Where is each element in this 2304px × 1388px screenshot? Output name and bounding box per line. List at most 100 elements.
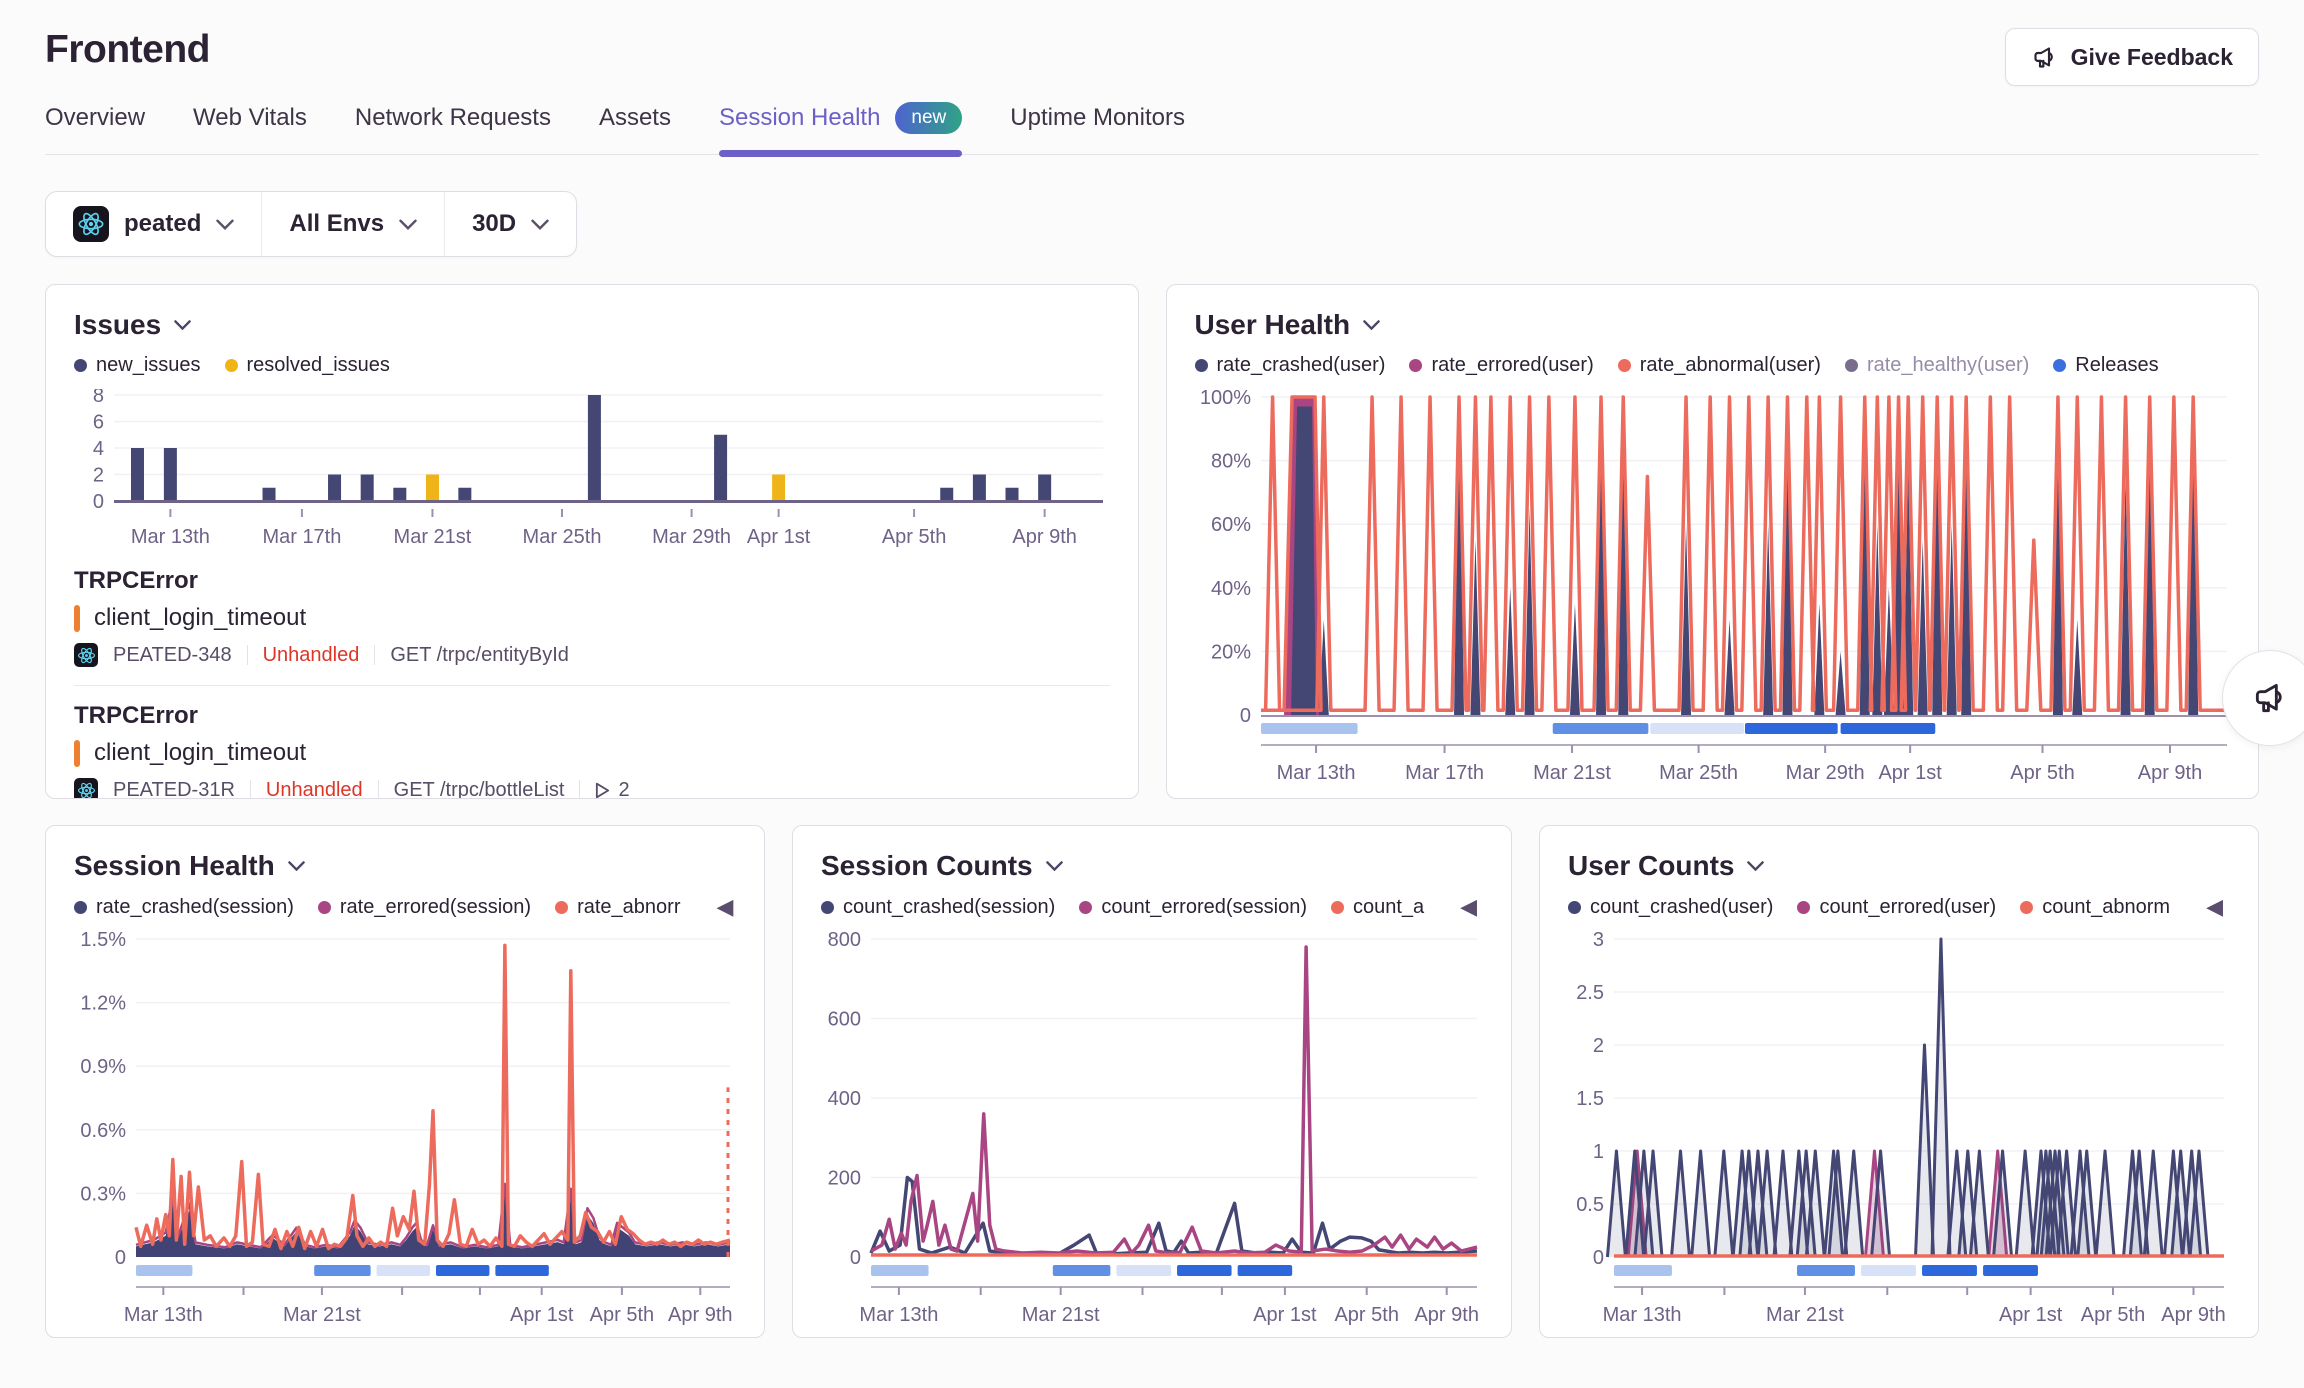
legend-item[interactable]: rate_abnormal(user): [1618, 354, 1821, 377]
issues-chart[interactable]: 02468Mar 13thMar 17thMar 21stMar 25thMar…: [74, 389, 1110, 551]
meta-separator: [247, 645, 248, 665]
issue-row[interactable]: TRPCErrorclient_login_timeoutPEATED-31RU…: [74, 686, 1110, 799]
user-counts-title-label: User Counts: [1568, 850, 1734, 882]
issue-row[interactable]: TRPCErrorclient_login_timeoutPEATED-348U…: [74, 551, 1110, 667]
issues-panel: Issues new_issuesresolved_issues 02468Ma…: [45, 284, 1139, 799]
svg-text:Mar 13th: Mar 13th: [131, 526, 210, 548]
legend-item[interactable]: resolved_issues: [225, 354, 390, 377]
legend-label: count_errored(user): [1819, 896, 1996, 919]
svg-text:Mar 13th: Mar 13th: [1603, 1304, 1682, 1326]
tab-label: Session Health: [719, 104, 880, 132]
svg-text:Apr 1st: Apr 1st: [510, 1304, 574, 1326]
issue-type[interactable]: TRPCError: [74, 702, 1110, 730]
legend-item[interactable]: count_a: [1331, 896, 1424, 919]
environment-filter[interactable]: All Envs: [261, 192, 444, 256]
legend-item[interactable]: count_errored(user): [1797, 896, 1996, 919]
svg-text:80%: 80%: [1210, 451, 1250, 473]
user-health-chart[interactable]: 020%40%60%80%100%Mar 13thMar 17thMar 21s…: [1195, 389, 2231, 791]
pager-prev-icon[interactable]: ◀: [716, 896, 733, 918]
svg-text:Mar 21st: Mar 21st: [1533, 762, 1611, 784]
svg-text:0: 0: [115, 1247, 126, 1269]
give-feedback-label: Give Feedback: [2071, 44, 2233, 71]
svg-text:0: 0: [1593, 1247, 1604, 1269]
issue-transaction: GET /trpc/bottleList: [394, 779, 565, 800]
tab-label: Network Requests: [355, 104, 551, 132]
svg-text:Mar 25th: Mar 25th: [1659, 762, 1738, 784]
legend-item[interactable]: Releases: [2053, 354, 2158, 377]
pager-prev-icon[interactable]: ◀: [2206, 896, 2223, 918]
legend-item[interactable]: rate_crashed(user): [1195, 354, 1386, 377]
project-filter[interactable]: peated: [46, 192, 261, 256]
session-counts-panel-title[interactable]: Session Counts: [821, 850, 1483, 882]
svg-text:1.5: 1.5: [1576, 1088, 1604, 1110]
tab-label: Overview: [45, 104, 145, 132]
chevron-down-icon: [288, 861, 305, 871]
tab-network-requests[interactable]: Network Requests: [355, 102, 551, 154]
legend-item[interactable]: rate_errored(user): [1409, 354, 1593, 377]
legend-pager: ◀1/2▶: [704, 895, 736, 919]
svg-text:Mar 25th: Mar 25th: [523, 526, 602, 548]
legend-dot: [74, 901, 87, 914]
tab-web-vitals[interactable]: Web Vitals: [193, 102, 307, 154]
legend-item[interactable]: count_crashed(session): [821, 896, 1055, 919]
legend-item[interactable]: rate_crashed(session): [74, 896, 294, 919]
legend-item[interactable]: count_errored(session): [1079, 896, 1307, 919]
svg-text:600: 600: [828, 1009, 861, 1031]
tab-overview[interactable]: Overview: [45, 102, 145, 154]
legend-item[interactable]: count_crashed(user): [1568, 896, 1773, 919]
react-project-icon: [74, 778, 98, 799]
session-health-chart[interactable]: 00.3%0.6%0.9%1.2%1.5%Mar 13thMar 21stApr…: [74, 931, 736, 1333]
user-health-title-label: User Health: [1195, 309, 1351, 341]
svg-text:Mar 13th: Mar 13th: [859, 1304, 938, 1326]
meta-separator: [374, 645, 375, 665]
tab-session-health[interactable]: Session Health new: [719, 102, 962, 154]
svg-text:2.5: 2.5: [1576, 982, 1604, 1004]
legend-dot: [1195, 359, 1208, 372]
issues-panel-title[interactable]: Issues: [74, 309, 1110, 341]
session-health-panel-title[interactable]: Session Health: [74, 850, 736, 882]
issue-short-id: PEATED-31R: [113, 779, 235, 800]
svg-text:Apr 1st: Apr 1st: [747, 526, 811, 548]
legend-item[interactable]: rate_abnorr: [555, 896, 680, 919]
legend-label: count_abnorm: [2042, 896, 2170, 919]
legend-dot: [1797, 901, 1810, 914]
svg-text:8: 8: [93, 389, 104, 407]
meta-separator: [250, 780, 251, 799]
legend-pager: ◀1/2▶: [2194, 895, 2230, 919]
session-counts-legend: count_crashed(session) count_errored(sess…: [821, 895, 1483, 919]
legend-label: count_a: [1353, 896, 1424, 919]
megaphone-icon: [2031, 44, 2058, 71]
svg-text:Mar 29th: Mar 29th: [652, 526, 731, 548]
svg-text:2: 2: [1593, 1035, 1604, 1057]
issue-type[interactable]: TRPCError: [74, 567, 1110, 595]
tab-assets[interactable]: Assets: [599, 102, 671, 154]
legend-pager: ◀1/3▶: [1448, 895, 1483, 919]
issues-legend: new_issues resolved_issues: [74, 354, 1110, 377]
legend-label: resolved_issues: [247, 354, 390, 377]
user-health-panel-title[interactable]: User Health: [1195, 309, 2231, 341]
pager-prev-icon[interactable]: ◀: [1460, 896, 1477, 918]
legend-item[interactable]: rate_healthy(user): [1845, 354, 2029, 377]
page-header: Frontend Give Feedback: [45, 0, 2259, 86]
legend-label: Releases: [2075, 354, 2158, 377]
legend-label: rate_healthy(user): [1867, 354, 2029, 377]
user-counts-chart[interactable]: 00.511.522.53Mar 13thMar 21stApr 1stApr …: [1568, 931, 2230, 1333]
tab-uptime-monitors[interactable]: Uptime Monitors: [1010, 102, 1185, 154]
session-health-title-label: Session Health: [74, 850, 275, 882]
user-counts-panel-title[interactable]: User Counts: [1568, 850, 2230, 882]
session-health-panel: Session Health rate_crashed(session) rate…: [45, 825, 765, 1338]
new-badge: new: [895, 102, 962, 134]
give-feedback-button[interactable]: Give Feedback: [2005, 28, 2259, 86]
legend-item[interactable]: count_abnorm: [2020, 896, 2170, 919]
replay-count: 2: [595, 779, 629, 800]
legend-label: rate_errored(user): [1431, 354, 1593, 377]
chevron-down-icon: [1747, 861, 1764, 871]
session-counts-chart[interactable]: 0200400600800Mar 13thMar 21stApr 1stApr …: [821, 931, 1483, 1333]
issues-title-label: Issues: [74, 309, 161, 341]
legend-item[interactable]: new_issues: [74, 354, 201, 377]
legend-item[interactable]: rate_errored(session): [318, 896, 531, 919]
legend-label: count_errored(session): [1101, 896, 1307, 919]
top-panels-row: Issues new_issuesresolved_issues 02468Ma…: [45, 284, 2259, 799]
svg-text:1.2%: 1.2%: [80, 993, 126, 1015]
date-range-filter[interactable]: 30D: [444, 192, 576, 256]
